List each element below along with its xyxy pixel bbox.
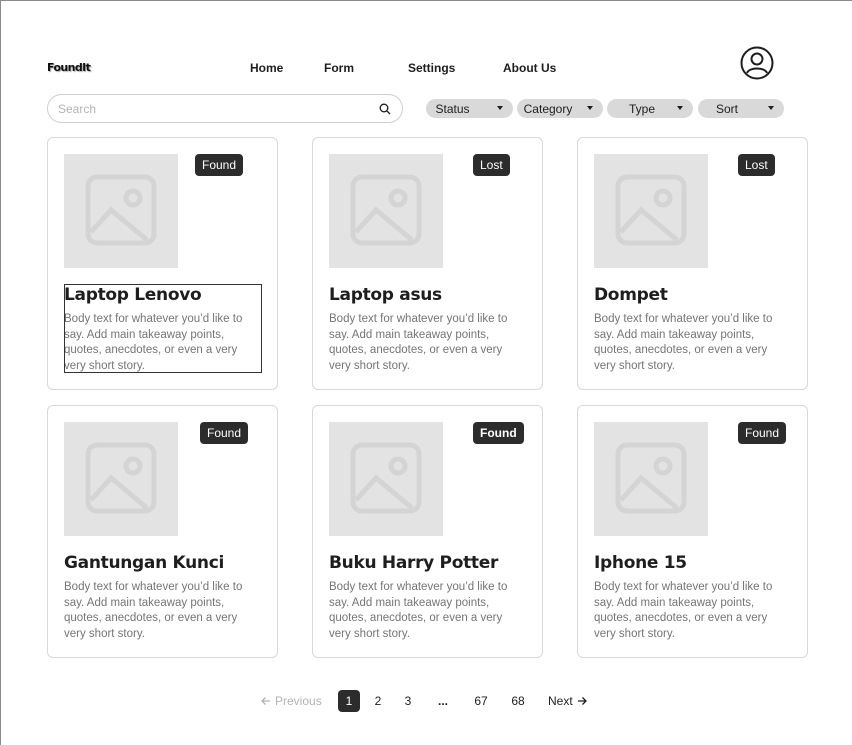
- next-label: Next: [548, 694, 573, 708]
- status-badge: Lost: [738, 154, 775, 176]
- arrow-right-icon: [577, 697, 587, 705]
- page-button[interactable]: 3: [401, 690, 415, 712]
- image-placeholder: [64, 422, 178, 536]
- page-frame: FoundIt Home Form Settings About Us Stat…: [0, 0, 852, 745]
- image-placeholder: [64, 154, 178, 268]
- image-placeholder-icon: [350, 442, 422, 514]
- nav-form[interactable]: Form: [324, 61, 354, 75]
- status-filter-label: Status: [435, 102, 470, 116]
- search-input[interactable]: [58, 101, 358, 117]
- card-body: Body text for whatever you’d like to say…: [594, 581, 773, 640]
- search-bar: [47, 94, 403, 123]
- next-button[interactable]: Next: [548, 690, 587, 712]
- previous-button[interactable]: Previous: [261, 690, 322, 712]
- top-nav: Home Form Settings About Us: [1, 61, 852, 77]
- image-placeholder-icon: [615, 442, 687, 514]
- caret-down-icon: [677, 106, 683, 110]
- pagination: Previous 1 2 3 ... 67 68 Next: [1, 690, 852, 712]
- card-body: Body text for whatever you’d like to say…: [64, 581, 243, 640]
- type-filter-label: Type: [628, 102, 655, 116]
- image-placeholder: [329, 422, 443, 536]
- card-title: Laptop Lenovo: [64, 285, 202, 305]
- arrow-left-icon: [261, 697, 270, 705]
- search-icon[interactable]: [379, 103, 391, 115]
- status-badge: Found: [200, 422, 249, 444]
- status-badge: Found: [738, 422, 787, 444]
- caret-down-icon: [768, 106, 774, 110]
- card-title: Dompet: [594, 285, 668, 305]
- card-title: Gantungan Kunci: [64, 553, 225, 573]
- card-body: Body text for whatever you’d like to say…: [64, 313, 243, 372]
- category-filter-label: Category: [523, 102, 573, 116]
- caret-down-icon: [587, 106, 593, 110]
- page-button[interactable]: 68: [508, 690, 528, 712]
- card-title: Iphone 15: [594, 553, 687, 573]
- item-card[interactable]: Lost Laptop asus Body text for whatever …: [312, 137, 543, 390]
- card-body: Body text for whatever you’d like to say…: [594, 313, 773, 372]
- category-filter[interactable]: Category: [517, 99, 603, 118]
- nav-about-us[interactable]: About Us: [503, 61, 556, 75]
- card-body: Body text for whatever you’d like to say…: [329, 313, 508, 372]
- card-body: Body text for whatever you’d like to say…: [329, 581, 508, 640]
- item-card[interactable]: Lost Dompet Body text for whatever you’d…: [577, 137, 808, 390]
- page-button[interactable]: 2: [371, 690, 385, 712]
- item-card[interactable]: Found Buku Harry Potter Body text for wh…: [312, 405, 543, 658]
- user-circle-icon[interactable]: [740, 46, 774, 80]
- image-placeholder: [594, 154, 708, 268]
- status-filter[interactable]: Status: [426, 99, 513, 118]
- item-card[interactable]: Found Gantungan Kunci Body text for what…: [47, 405, 278, 658]
- status-badge: Lost: [473, 154, 510, 176]
- nav-home[interactable]: Home: [250, 61, 283, 75]
- page-button[interactable]: 1: [338, 690, 360, 712]
- page-button[interactable]: 67: [471, 690, 491, 712]
- image-placeholder-icon: [85, 174, 157, 246]
- image-placeholder: [594, 422, 708, 536]
- card-title: Buku Harry Potter: [329, 553, 499, 573]
- sort-filter[interactable]: Sort: [698, 99, 784, 118]
- image-placeholder-icon: [350, 174, 422, 246]
- sort-filter-label: Sort: [715, 102, 738, 116]
- item-card[interactable]: Found Laptop Lenovo Body text for whatev…: [47, 137, 278, 390]
- page-ellipsis: ...: [437, 694, 448, 708]
- caret-down-icon: [497, 106, 503, 110]
- image-placeholder-icon: [615, 174, 687, 246]
- card-title: Laptop asus: [329, 285, 442, 305]
- type-filter[interactable]: Type: [607, 99, 693, 118]
- status-badge: Found: [195, 154, 244, 176]
- status-badge: Found: [473, 422, 524, 444]
- nav-settings[interactable]: Settings: [408, 61, 455, 75]
- image-placeholder-icon: [85, 442, 157, 514]
- item-card[interactable]: Found Iphone 15 Body text for whatever y…: [577, 405, 808, 658]
- image-placeholder: [329, 154, 443, 268]
- previous-label: Previous: [275, 694, 322, 708]
